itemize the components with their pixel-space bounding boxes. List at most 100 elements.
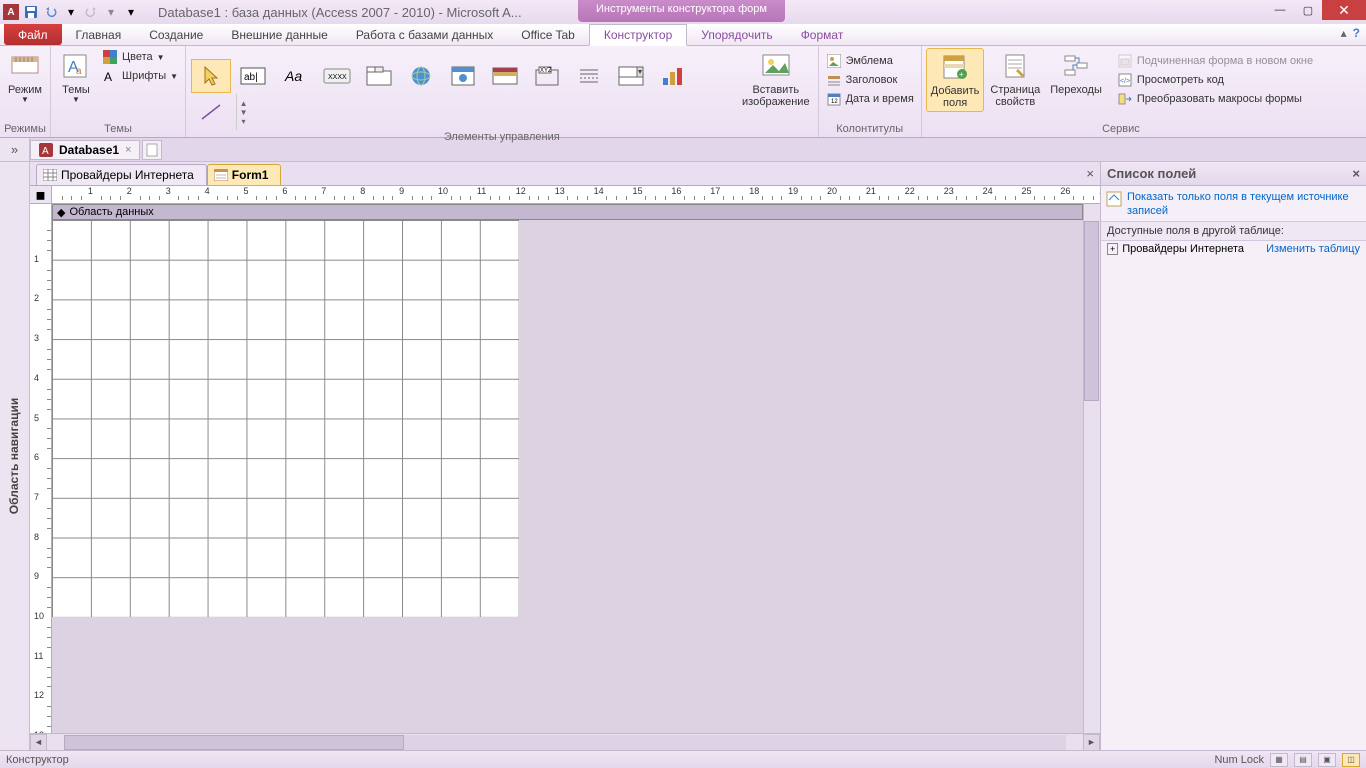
fonts-button[interactable]: AШрифты ▼ xyxy=(99,67,181,85)
show-current-fields-link[interactable]: Показать только поля в текущем источнике… xyxy=(1127,190,1362,219)
datetime-icon: 12 xyxy=(826,91,842,107)
navigation-pane-collapsed[interactable]: Область навигации xyxy=(0,162,30,750)
add-fields-button[interactable]: + Добавить поля xyxy=(926,48,985,112)
svg-text:+: + xyxy=(959,70,964,79)
detail-section-header[interactable]: ◆ Область данных xyxy=(52,204,1083,220)
expand-icon[interactable]: + xyxy=(1107,243,1118,255)
view-button[interactable]: Режим ▼ xyxy=(4,48,46,107)
hscroll-thumb[interactable] xyxy=(64,735,404,750)
help-icon[interactable]: ? xyxy=(1353,26,1360,40)
tab-arrange[interactable]: Упорядочить xyxy=(687,24,786,45)
save-icon[interactable] xyxy=(22,3,40,21)
button-tool-icon[interactable]: XXXX xyxy=(317,59,357,93)
ruler-corner-icon[interactable]: ◼ xyxy=(30,186,52,203)
field-list-table-item[interactable]: +Провайдеры Интернета Изменить таблицу xyxy=(1101,241,1366,257)
colors-button[interactable]: Цвета ▼ xyxy=(99,48,181,66)
status-bar: Конструктор Num Lock ▦ ▤ ▣ ◫ xyxy=(0,750,1366,768)
code-icon: </> xyxy=(1117,72,1133,88)
property-sheet-button[interactable]: Страница свойств xyxy=(986,48,1044,110)
section-label: Область данных xyxy=(69,206,153,218)
property-sheet-icon xyxy=(999,50,1031,82)
hscroll-right-icon[interactable]: ► xyxy=(1083,734,1100,751)
tab-format[interactable]: Формат xyxy=(787,24,858,45)
ribbon-minimize-icon[interactable]: ▴ xyxy=(1341,26,1347,40)
datetime-button[interactable]: 12Дата и время xyxy=(823,90,917,108)
maximize-button[interactable]: ▢ xyxy=(1294,0,1322,20)
access-db-icon: A xyxy=(39,143,53,157)
label-tool-icon[interactable]: Aa xyxy=(275,59,315,93)
gallery-more-icon[interactable]: ▲▼▾ xyxy=(236,94,250,130)
title-bar: A ▾ ▾ ▾ Database1 : база данных (Access … xyxy=(0,0,1366,24)
pagebreak-tool-icon[interactable] xyxy=(569,59,609,93)
datasheet-view-icon[interactable]: ▤ xyxy=(1294,753,1312,767)
tab-officetab[interactable]: Office Tab xyxy=(507,24,589,45)
tab-external[interactable]: Внешние данные xyxy=(217,24,342,45)
undo-dropdown-icon[interactable]: ▾ xyxy=(62,3,80,21)
hyperlink-tool-icon[interactable] xyxy=(401,59,441,93)
tab-order-button[interactable]: Переходы xyxy=(1046,48,1106,98)
edit-table-link[interactable]: Изменить таблицу xyxy=(1266,243,1360,255)
doc-tab-new-icon[interactable] xyxy=(142,140,162,160)
object-tab-close-icon[interactable]: × xyxy=(1086,166,1094,181)
layout-view-icon[interactable]: ▣ xyxy=(1318,753,1336,767)
ribbon-tabs: Файл Главная Создание Внешние данные Раб… xyxy=(0,24,1366,46)
title-icon xyxy=(826,72,842,88)
svg-text:</>: </> xyxy=(1120,78,1130,85)
tab-home[interactable]: Главная xyxy=(62,24,136,45)
navigation-tool-icon[interactable] xyxy=(485,59,525,93)
filter-fields-icon xyxy=(1105,190,1123,208)
textbox-tool-icon[interactable]: ab| xyxy=(233,59,273,93)
colors-label: Цвета xyxy=(122,51,153,63)
qat-customize-icon[interactable]: ▾ xyxy=(122,3,140,21)
chart-tool-icon[interactable] xyxy=(653,59,693,93)
pane-close-icon[interactable]: × xyxy=(1352,166,1360,181)
tab-create[interactable]: Создание xyxy=(135,24,217,45)
group-headerfooter-label: Колонтитулы xyxy=(823,122,917,137)
tab-design[interactable]: Конструктор xyxy=(589,24,687,46)
svg-text:XXXX: XXXX xyxy=(328,74,347,81)
object-tab-form1[interactable]: Form1 xyxy=(207,164,282,185)
object-tab-providers[interactable]: Провайдеры Интернета xyxy=(36,164,207,185)
title-button[interactable]: Заголовок xyxy=(823,71,917,89)
select-tool-icon[interactable] xyxy=(191,59,231,93)
insert-image-button[interactable]: Вставить изображение xyxy=(738,48,814,110)
combobox-tool-icon[interactable] xyxy=(611,59,651,93)
horizontal-scrollbar[interactable]: ◄ ► xyxy=(30,733,1100,750)
form-view-icon[interactable]: ▦ xyxy=(1270,753,1288,767)
detail-section-grid[interactable] xyxy=(52,220,519,617)
view-code-button[interactable]: </>Просмотреть код xyxy=(1114,71,1316,89)
hscroll-left-icon[interactable]: ◄ xyxy=(30,734,47,751)
tab-order-label: Переходы xyxy=(1050,84,1102,96)
minimize-button[interactable]: — xyxy=(1266,0,1294,20)
window-controls: — ▢ ✕ xyxy=(1266,0,1366,20)
doc-tab-close-icon[interactable]: × xyxy=(125,144,131,156)
line-tool-icon[interactable] xyxy=(191,95,231,129)
insert-image-label: Вставить изображение xyxy=(742,84,810,108)
object-tabs: Провайдеры Интернета Form1 × xyxy=(30,162,1100,186)
vertical-ruler[interactable]: 12345678910111213 xyxy=(30,204,52,733)
subform-button[interactable]: Подчиненная форма в новом окне xyxy=(1114,52,1316,70)
themes-button[interactable]: Aa Темы ▼ xyxy=(55,48,97,107)
redo-dropdown-icon[interactable]: ▾ xyxy=(102,3,120,21)
close-button[interactable]: ✕ xyxy=(1322,0,1366,20)
vertical-scrollbar[interactable] xyxy=(1083,204,1100,733)
group-controls-label: Элементы управления xyxy=(190,130,814,145)
design-view-icon[interactable]: ◫ xyxy=(1342,753,1360,767)
horizontal-ruler[interactable]: ◼ 12345678910111213141516171819202122232… xyxy=(30,186,1100,204)
form-icon xyxy=(214,169,228,181)
navpane-expand-icon[interactable]: » xyxy=(0,138,30,161)
form-canvas[interactable]: ◆ Область данных xyxy=(52,204,1083,733)
fonts-label: Шрифты xyxy=(122,70,166,82)
tab-control-icon[interactable] xyxy=(359,59,399,93)
webbrowser-tool-icon[interactable] xyxy=(443,59,483,93)
doc-tab-database[interactable]: A Database1 × xyxy=(30,140,140,160)
convert-macros-button[interactable]: Преобразовать макросы формы xyxy=(1114,90,1316,108)
logo-button[interactable]: Эмблема xyxy=(823,52,917,70)
file-tab[interactable]: Файл xyxy=(4,24,62,45)
redo-icon[interactable] xyxy=(82,3,100,21)
vscroll-thumb[interactable] xyxy=(1084,221,1099,401)
optiongroup-tool-icon[interactable]: XYZ xyxy=(527,59,567,93)
undo-icon[interactable] xyxy=(42,3,60,21)
tab-database[interactable]: Работа с базами данных xyxy=(342,24,507,45)
svg-text:Aa: Aa xyxy=(284,68,302,84)
